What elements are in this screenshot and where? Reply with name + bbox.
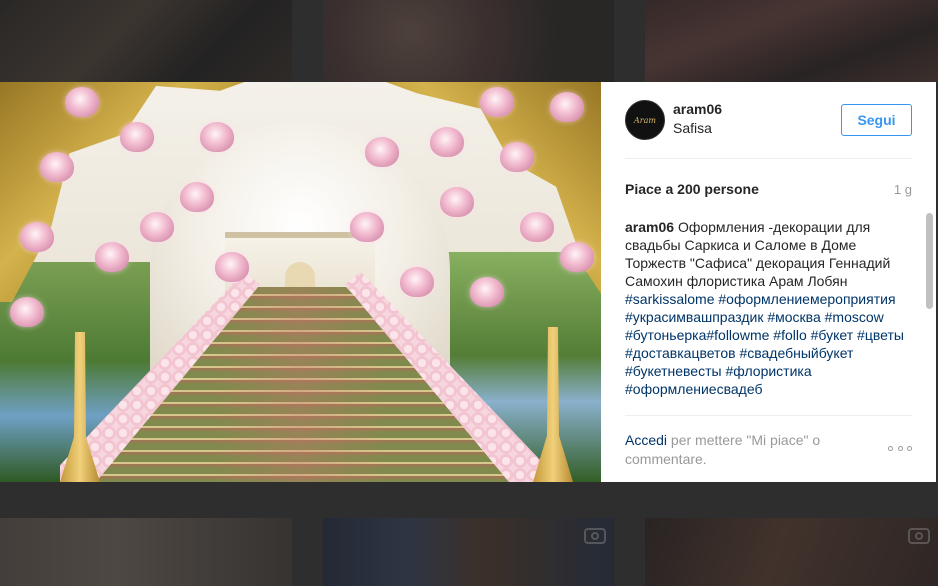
- hashtag-link[interactable]: #цветы: [857, 327, 904, 343]
- photo-blossom: [470, 277, 504, 307]
- hashtag-link[interactable]: #оформлениесвадеб: [625, 381, 762, 397]
- location-link[interactable]: Safisa: [673, 120, 712, 136]
- divider: [625, 415, 912, 416]
- post-caption: aram06 Оформления -декорации для свадьбы…: [625, 218, 905, 414]
- avatar-logo-text: Aram: [634, 115, 656, 125]
- more-dot: [897, 445, 903, 451]
- post-sidebar: Aram aram06 Safisa Segui Piace a 200 per…: [601, 82, 936, 482]
- login-link[interactable]: Accedi: [625, 432, 667, 448]
- hashtag-link[interactable]: #букет: [811, 327, 854, 343]
- photo-blossom: [480, 87, 514, 117]
- photo-blossom: [120, 122, 154, 152]
- photo-blossom: [215, 252, 249, 282]
- photo-blossom: [440, 187, 474, 217]
- login-prompt: Accedi per mettere "Mi piace" o commenta…: [625, 431, 855, 469]
- photo-blossom: [40, 152, 74, 182]
- more-options-icon[interactable]: [888, 442, 912, 454]
- photo-blossom: [560, 242, 594, 272]
- likes-count[interactable]: Piace a 200 persone: [625, 181, 759, 197]
- more-dot: [888, 445, 893, 451]
- hashtag-link[interactable]: #москва: [767, 309, 820, 325]
- post-header: Aram aram06 Safisa Segui: [625, 100, 912, 159]
- photo-blossom: [200, 122, 234, 152]
- hashtag-link[interactable]: #sarkissalome: [625, 291, 714, 307]
- photo-blossom: [365, 137, 399, 167]
- photo-blossom: [500, 142, 534, 172]
- hashtag-link[interactable]: #бутоньерка: [625, 327, 706, 343]
- follow-button[interactable]: Segui: [841, 104, 912, 136]
- hashtag-link[interactable]: #свадебныйбукет: [739, 345, 853, 361]
- hashtag-link[interactable]: #оформлениемероприятия: [718, 291, 895, 307]
- photo-blossom: [430, 127, 464, 157]
- photo-blossom: [20, 222, 54, 252]
- photo-blossom: [10, 297, 44, 327]
- avatar[interactable]: Aram: [625, 100, 665, 140]
- photo-blossom: [95, 242, 129, 272]
- photo-blossom: [180, 182, 214, 212]
- hashtag-link[interactable]: #флористика: [725, 363, 811, 379]
- hashtag-link[interactable]: #украсимвашпраздик: [625, 309, 763, 325]
- photo-blossom: [65, 87, 99, 117]
- hashtag-link[interactable]: #доставкацветов: [625, 345, 736, 361]
- post-timestamp[interactable]: 1 g: [894, 182, 912, 197]
- photo-blossom: [350, 212, 384, 242]
- more-dot: [907, 445, 912, 451]
- hashtag-link[interactable]: #букетневесты: [625, 363, 722, 379]
- hashtag-link[interactable]: #moscow: [825, 309, 884, 325]
- caption-scrollbar[interactable]: [926, 213, 933, 309]
- caption-username[interactable]: aram06: [625, 219, 674, 235]
- hashtag-link[interactable]: #followme: [706, 327, 769, 343]
- username-link[interactable]: aram06: [673, 101, 722, 117]
- caption-hashtags: #sarkissalome #оформлениемероприятия #ук…: [625, 291, 904, 397]
- photo-blossom: [550, 92, 584, 122]
- photo-blossom: [400, 267, 434, 297]
- photo-blossom: [520, 212, 554, 242]
- post-modal: Aram aram06 Safisa Segui Piace a 200 per…: [0, 82, 936, 482]
- post-photo[interactable]: [0, 82, 601, 482]
- photo-blossom: [140, 212, 174, 242]
- hashtag-link[interactable]: #follo: [773, 327, 806, 343]
